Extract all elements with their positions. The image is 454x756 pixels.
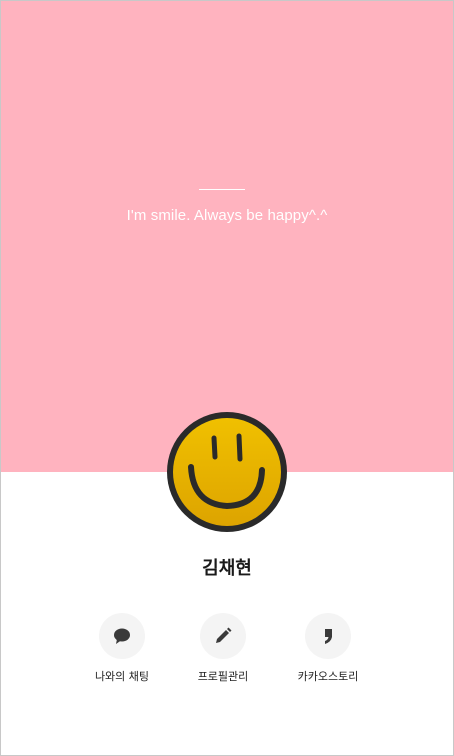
profile-name: 김채현: [202, 558, 252, 579]
edit-profile-button[interactable]: 프로필관리: [168, 613, 278, 684]
profile-avatar[interactable]: [167, 412, 287, 532]
my-chat-label: 나와의 채팅: [94, 670, 150, 683]
my-chat-icon-circle: [99, 613, 145, 659]
kakaostory-icon-circle: [305, 613, 351, 659]
kakaostory-button[interactable]: 카카오스토리: [273, 613, 383, 684]
status-message: I'm smile. Always be happy^.^: [126, 207, 328, 224]
profile-actions: 나와의 채팅 프로필관리 카카오스토리: [1, 613, 453, 693]
smiley-face-icon: [173, 418, 281, 526]
pencil-icon: [216, 627, 232, 643]
my-chat-button[interactable]: 나와의 채팅: [67, 613, 177, 684]
kakaostory-label: 카카오스토리: [297, 670, 359, 683]
chat-bubble-icon: [114, 628, 130, 644]
edit-profile-label: 프로필관리: [197, 670, 249, 683]
comma-quote-icon: [325, 629, 332, 644]
edit-profile-icon-circle: [200, 613, 246, 659]
status-divider: [199, 189, 245, 190]
profile-screen: I'm smile. Always be happy^.^ 김채현 나와의 채팅…: [0, 0, 454, 756]
profile-cover-background: [1, 1, 453, 472]
